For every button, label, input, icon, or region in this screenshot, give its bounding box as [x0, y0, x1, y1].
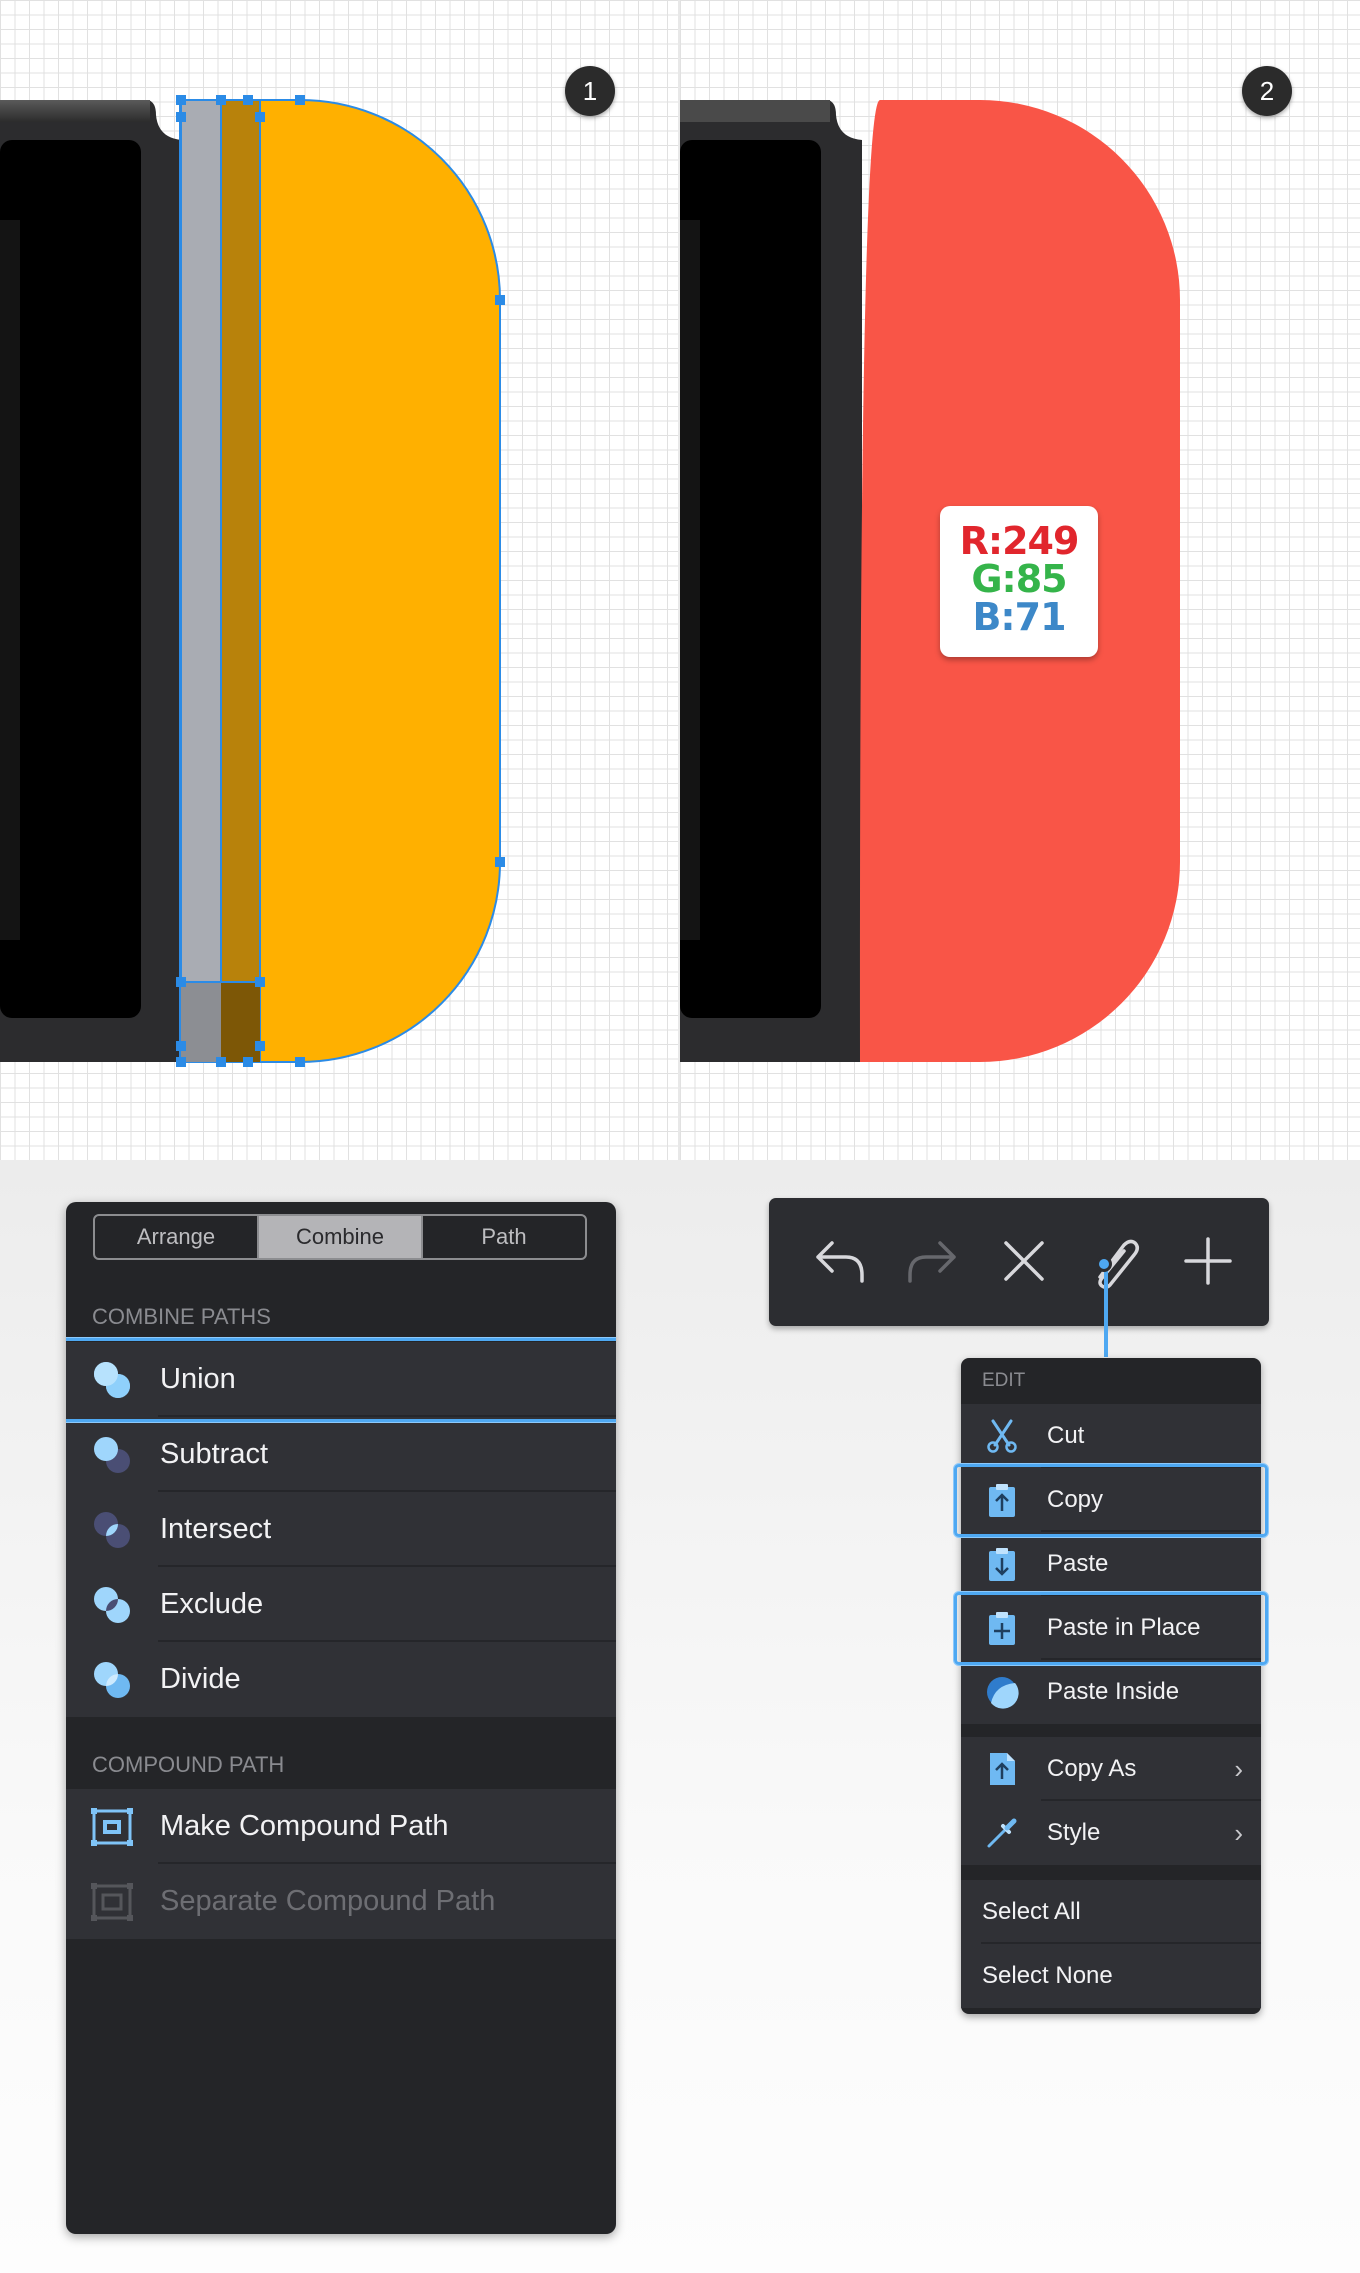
menu-connector-dot: [1096, 1256, 1112, 1272]
menu-item-paste-in-place[interactable]: Paste in Place: [954, 1592, 1268, 1665]
edit-menu-submenu-group: Copy As › Style ›: [961, 1737, 1261, 1865]
overlap-bottom-brown: [221, 982, 260, 1062]
overlap-bottom-gray: [181, 982, 221, 1062]
menu-item-subtract[interactable]: Subtract: [66, 1417, 616, 1492]
intersect-icon: [94, 1512, 130, 1548]
edit-menu-header: EDIT: [982, 1370, 1026, 1391]
artboard-step-1[interactable]: 1: [0, 0, 678, 1160]
tab-combine[interactable]: Combine: [259, 1216, 423, 1258]
menu-item-separate-compound-path[interactable]: Separate Compound Path: [66, 1864, 616, 1939]
menu-item-label: Union: [160, 1363, 236, 1395]
menu-item-style[interactable]: Style ›: [961, 1801, 1261, 1865]
document-copy-as-icon: [990, 1753, 1015, 1785]
menu-item-label: Separate Compound Path: [160, 1885, 496, 1917]
joycon-illustration-step-1: [0, 95, 505, 1067]
color-red-value: R:249: [959, 519, 1080, 563]
menu-item-label: Intersect: [160, 1513, 272, 1545]
color-blue-value: B:71: [972, 595, 1066, 639]
menu-item-label: Exclude: [160, 1588, 264, 1620]
selection-highlight: [66, 1338, 616, 1422]
color-readout-card: R:249 G:85 B:71: [940, 506, 1098, 657]
section-label-compound-path: COMPOUND PATH: [92, 1752, 285, 1777]
edit-menu-clipboard-group: Cut Copy Paste Paste in Place Paste Insi…: [954, 1404, 1268, 1724]
menu-item-label: Subtract: [160, 1438, 268, 1470]
paperclip-icon[interactable]: [1084, 1231, 1144, 1291]
menu-item-label: Cut: [1047, 1422, 1085, 1449]
combine-paths-list: Union Subtract Intersect Exclude Divide: [66, 1338, 616, 1717]
undo-icon[interactable]: [810, 1231, 870, 1291]
menu-item-select-none[interactable]: Select None: [961, 1944, 1261, 2008]
redo-icon[interactable]: [902, 1231, 962, 1291]
plus-icon[interactable]: [1178, 1231, 1238, 1291]
menu-item-label: Divide: [160, 1663, 241, 1695]
make-compound-path-icon: [91, 1808, 133, 1846]
menu-item-make-compound-path[interactable]: Make Compound Path: [66, 1789, 616, 1864]
menu-item-paste[interactable]: Paste: [961, 1532, 1261, 1596]
menu-item-copy-as[interactable]: Copy As ›: [961, 1737, 1261, 1801]
step-badge-1: 1: [565, 66, 615, 116]
menu-item-exclude[interactable]: Exclude: [66, 1567, 616, 1642]
selection-highlight: [954, 1464, 1268, 1537]
union-icon: [94, 1362, 130, 1398]
menu-item-label: Make Compound Path: [160, 1810, 449, 1842]
menu-item-label: Copy As: [1047, 1755, 1137, 1782]
menu-item-label: Paste Inside: [1047, 1678, 1180, 1705]
menu-item-divide[interactable]: Divide: [66, 1642, 616, 1717]
menu-connector-line: [1104, 1264, 1108, 1357]
paste-inside-icon: [987, 1677, 1019, 1709]
edit-menu-select-group: Select All Select None: [961, 1880, 1261, 2008]
menu-item-union[interactable]: Union: [66, 1338, 616, 1422]
menu-item-label: Paste: [1047, 1550, 1109, 1577]
separate-compound-path-icon: [91, 1883, 133, 1921]
step-badge-2: 2: [1242, 66, 1292, 116]
selection-highlight: [954, 1592, 1268, 1665]
scissors-icon: [987, 1419, 1017, 1453]
compound-path-list: Make Compound Path Separate Compound Pat…: [66, 1789, 616, 1939]
menu-item-label: Style: [1047, 1819, 1101, 1846]
clipboard-paste-icon: [989, 1548, 1015, 1581]
combine-panel: Arrange Combine Path COMBINE PATHS Union…: [66, 1202, 616, 2234]
menu-item-paste-inside[interactable]: Paste Inside: [961, 1660, 1261, 1724]
console-top-highlight: [680, 100, 830, 122]
edit-toolbar: [769, 1198, 1269, 1326]
tab-path[interactable]: Path: [423, 1216, 585, 1258]
color-green-value: G:85: [971, 557, 1067, 601]
overlap-brown-strip: [220, 99, 261, 1063]
menu-item-intersect[interactable]: Intersect: [66, 1492, 616, 1567]
eyedropper-icon: [987, 1818, 1017, 1848]
console-top-highlight: [0, 100, 150, 122]
chevron-right-icon: ›: [1234, 1754, 1243, 1784]
close-icon[interactable]: [994, 1231, 1054, 1291]
subtract-icon: [94, 1437, 130, 1473]
menu-item-select-all[interactable]: Select All: [961, 1880, 1261, 1944]
console-screen: [680, 140, 821, 1018]
console-screen-inner: [680, 220, 700, 940]
divide-icon: [94, 1662, 130, 1698]
exclude-icon: [94, 1587, 130, 1623]
menu-item-copy[interactable]: Copy: [954, 1464, 1268, 1537]
chevron-right-icon: ›: [1234, 1818, 1243, 1848]
edit-menu: EDIT Cut Copy Paste Paste in Place Paste…: [954, 1358, 1268, 2014]
console-screen: [0, 140, 141, 1018]
menu-item-cut[interactable]: Cut: [961, 1404, 1261, 1468]
tab-arrange[interactable]: Arrange: [95, 1216, 259, 1258]
panel-tabs: Arrange Combine Path: [93, 1214, 587, 1260]
menu-item-label: Select All: [982, 1898, 1081, 1925]
overlap-gray-strip: [180, 99, 222, 1063]
section-label-combine-paths: COMBINE PATHS: [92, 1304, 271, 1329]
console-screen-inner: [0, 220, 20, 940]
menu-item-label: Select None: [982, 1962, 1113, 1989]
